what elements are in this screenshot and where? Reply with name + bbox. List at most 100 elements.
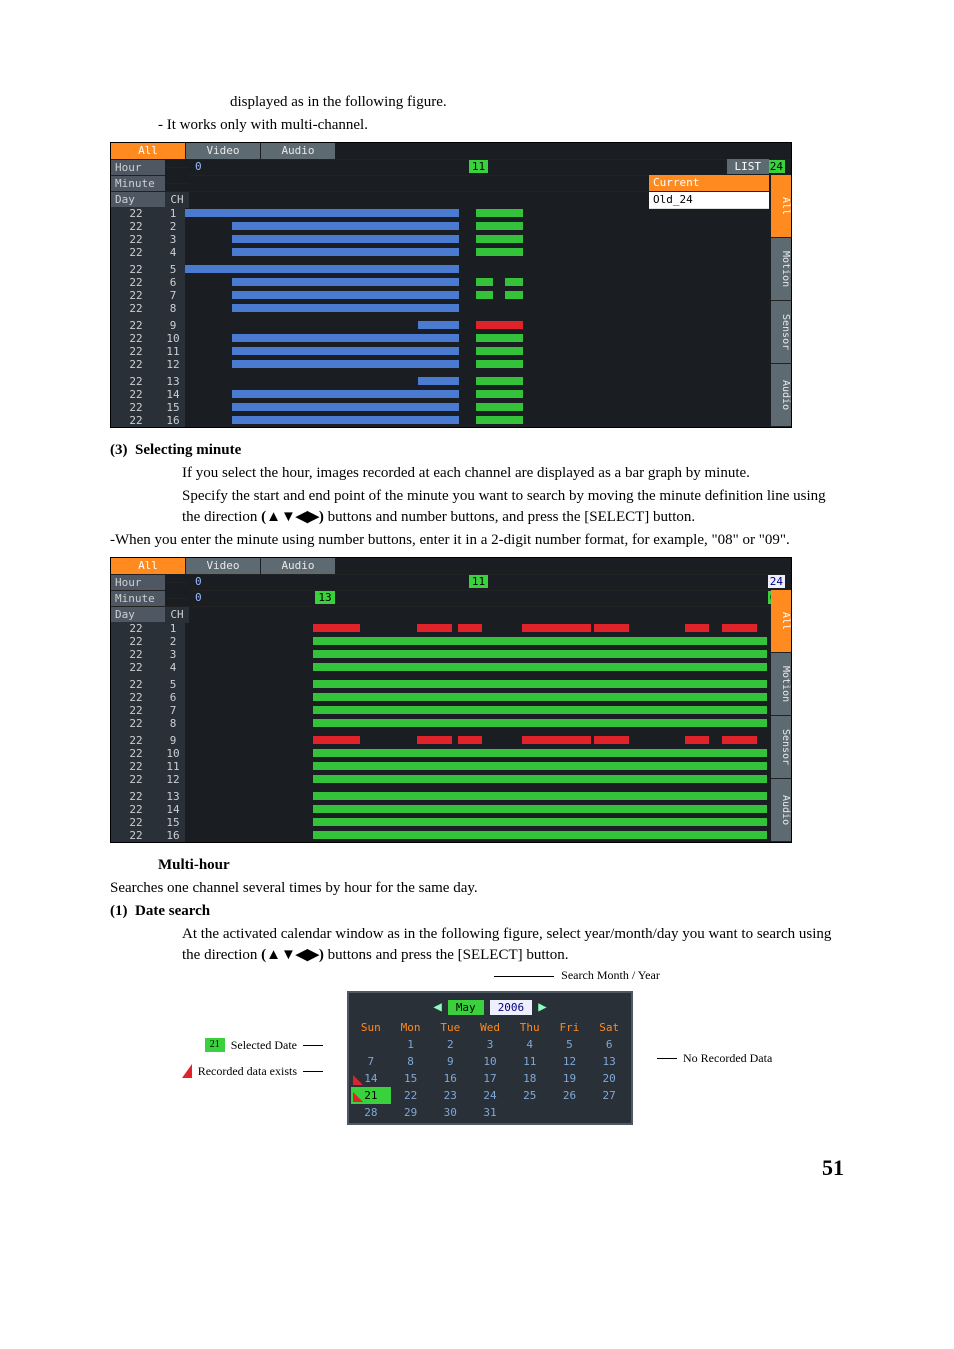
calendar-day-cell[interactable]: 3: [470, 1036, 510, 1053]
calendar-day-cell[interactable]: 7: [351, 1053, 391, 1070]
channel-number: 16: [161, 414, 185, 427]
calendar-day-cell[interactable]: 25: [510, 1087, 550, 1104]
ch-label-2: CH: [165, 606, 189, 623]
calendar-day-cell[interactable]: 20: [589, 1070, 629, 1087]
section3-p2: Specify the start and end point of the m…: [110, 486, 844, 528]
hour-marker-2[interactable]: 11: [469, 575, 488, 588]
calendar-day-cell[interactable]: 9: [430, 1053, 470, 1070]
side-tab-audio[interactable]: Audio: [771, 364, 791, 427]
channel-bar-row: [185, 704, 767, 717]
calendar-day-cell[interactable]: 4: [510, 1036, 550, 1053]
tab-all-2[interactable]: All: [111, 558, 186, 574]
calendar-day-cell[interactable]: 13: [589, 1053, 629, 1070]
channel-bar-row: [185, 332, 767, 345]
side-tab-sensor-2[interactable]: Sensor: [771, 716, 791, 779]
calendar-day-cell[interactable]: 22: [391, 1087, 431, 1104]
day-value: 22: [111, 332, 161, 345]
tab-audio[interactable]: Audio: [261, 143, 336, 159]
channel-number: 3: [161, 233, 185, 246]
channel-number: 7: [161, 704, 185, 717]
channel-bar-row: [185, 388, 767, 401]
hour-marker[interactable]: 11: [469, 160, 488, 173]
calendar-day-cell: [351, 1036, 391, 1053]
day-value: 22: [111, 246, 161, 259]
channel-bar-row: [185, 717, 767, 730]
calendar-day-cell[interactable]: 30: [430, 1104, 470, 1121]
calendar-day-cell[interactable]: 18: [510, 1070, 550, 1087]
channel-number: 16: [161, 829, 185, 842]
next-month-button[interactable]: ▶: [538, 999, 546, 1015]
channel-number: 7: [161, 289, 185, 302]
channel-number: 5: [161, 678, 185, 691]
calendar-day-cell[interactable]: 16: [430, 1070, 470, 1087]
hour-scale-max: 24: [768, 160, 785, 173]
calendar-day-cell[interactable]: 11: [510, 1053, 550, 1070]
calendar-day-cell[interactable]: 6: [589, 1036, 629, 1053]
channel-bar-row: [185, 734, 767, 747]
side-tab-sensor[interactable]: Sensor: [771, 301, 791, 364]
section1-p1: At the activated calendar window as in t…: [110, 924, 844, 966]
page-number: 51: [110, 1155, 844, 1181]
hour-max-2: 24: [768, 575, 785, 588]
selected-date-example: 21: [205, 1038, 225, 1052]
channel-bar-row: [185, 358, 767, 371]
calendar-day-cell[interactable]: 23: [430, 1087, 470, 1104]
calendar-day-cell[interactable]: 19: [550, 1070, 590, 1087]
ch-label: CH: [165, 191, 189, 208]
calendar-day-cell[interactable]: 26: [550, 1087, 590, 1104]
calendar-day-cell[interactable]: 5: [550, 1036, 590, 1053]
calendar-day-cell[interactable]: 27: [589, 1087, 629, 1104]
no-recorded-data-label: No Recorded Data: [683, 1049, 772, 1067]
channel-bar-row: [185, 790, 767, 803]
calendar-day-cell[interactable]: 10: [470, 1053, 510, 1070]
year-display[interactable]: 2006: [490, 1000, 533, 1015]
calendar-day-cell[interactable]: 12: [550, 1053, 590, 1070]
channel-bar-row: [185, 207, 767, 220]
day-value: 22: [111, 829, 161, 842]
calendar-day-cell[interactable]: 28: [351, 1104, 391, 1121]
dropdown-current[interactable]: Current: [649, 175, 769, 192]
minute-marker-2[interactable]: 13: [315, 591, 334, 604]
side-tab-all-2[interactable]: All: [771, 590, 791, 653]
side-tab-motion[interactable]: Motion: [771, 238, 791, 301]
day-value: 22: [111, 760, 161, 773]
tab-audio-2[interactable]: Audio: [261, 558, 336, 574]
calendar-day-cell[interactable]: 8: [391, 1053, 431, 1070]
calendar-day-cell[interactable]: 24: [470, 1087, 510, 1104]
day-value: 22: [111, 717, 161, 730]
tab-video-2[interactable]: Video: [186, 558, 261, 574]
day-value: 22: [111, 691, 161, 704]
calendar-day-cell: [589, 1104, 629, 1121]
channel-bar-row: [185, 401, 767, 414]
prev-month-button[interactable]: ◀: [433, 999, 441, 1015]
side-tab-all[interactable]: All: [771, 175, 791, 238]
recorded-data-exists-label: Recorded data exists: [198, 1062, 297, 1080]
calendar-day-cell[interactable]: 15: [391, 1070, 431, 1087]
channel-bar-row: [185, 648, 767, 661]
calendar-widget: ◀ May 2006 ▶ SunMonTueWedThuFriSat 12345…: [347, 991, 633, 1125]
calendar-day-cell[interactable]: 17: [470, 1070, 510, 1087]
calendar-dayname: Sun: [351, 1019, 391, 1036]
calendar-day-cell: [550, 1104, 590, 1121]
calendar-day-cell[interactable]: 1: [391, 1036, 431, 1053]
intro-line-1: displayed as in the following figure.: [110, 92, 844, 113]
tab-video[interactable]: Video: [186, 143, 261, 159]
channel-bar-row: [185, 375, 767, 388]
month-display[interactable]: May: [448, 1000, 484, 1015]
calendar-day-cell[interactable]: 21: [351, 1087, 391, 1104]
calendar-day-cell[interactable]: 29: [391, 1104, 431, 1121]
calendar-day-cell[interactable]: 2: [430, 1036, 470, 1053]
day-value: 22: [111, 302, 161, 315]
day-value: 22: [111, 704, 161, 717]
day-value: 22: [111, 319, 161, 332]
day-value: 22: [111, 790, 161, 803]
calendar-day-cell[interactable]: 14: [351, 1070, 391, 1087]
calendar-day-cell[interactable]: 31: [470, 1104, 510, 1121]
side-tab-motion-2[interactable]: Motion: [771, 653, 791, 716]
side-tab-audio-2[interactable]: Audio: [771, 779, 791, 842]
day-value: 22: [111, 233, 161, 246]
tab-all[interactable]: All: [111, 143, 186, 159]
channel-number: 10: [161, 747, 185, 760]
list-button[interactable]: LIST: [727, 159, 770, 174]
day-value: 22: [111, 401, 161, 414]
